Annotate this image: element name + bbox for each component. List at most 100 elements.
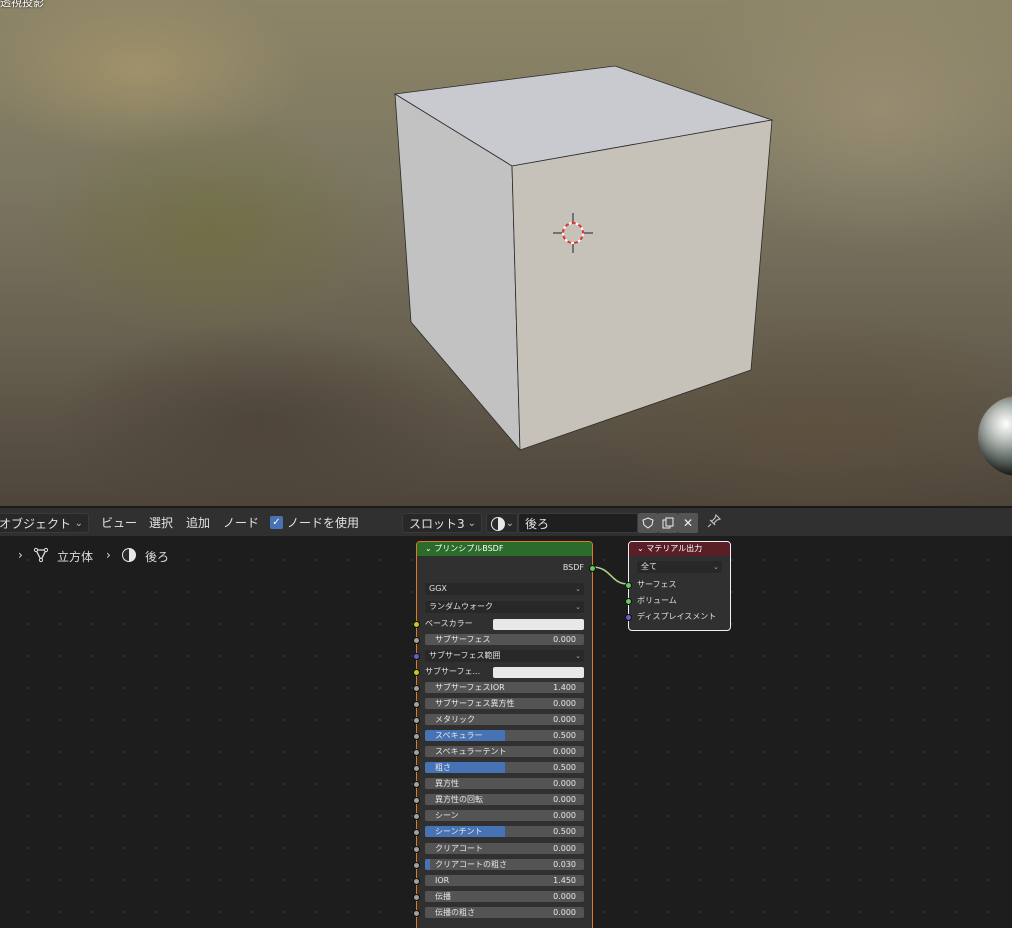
field-label: サブサーフェスIOR — [435, 683, 505, 692]
numeric-field[interactable]: サブサーフェスIOR 1.400 — [425, 682, 584, 693]
field-input-socket[interactable] — [413, 893, 420, 901]
field-label: クリアコートの粗さ — [435, 859, 507, 869]
field-input-socket[interactable] — [413, 685, 420, 692]
field-input-socket[interactable] — [413, 845, 420, 853]
numeric-field[interactable]: 伝播の粗さ 0.000 — [425, 906, 584, 918]
field-input-socket[interactable] — [413, 701, 420, 709]
numeric-field[interactable]: スペキュラーテント 0.000 — [425, 746, 584, 758]
numeric-field[interactable]: サブサーフェス異方性 0.000 — [425, 698, 584, 710]
slot-dropdown[interactable]: スロット3 ⌄ — [402, 513, 482, 533]
editor-type-label: オブジェクト — [0, 517, 72, 531]
bsdf-output-label: BSDF — [562, 563, 584, 572]
field-input-socket[interactable] — [413, 829, 420, 837]
numeric-field[interactable]: スペキュラー 0.500 — [425, 730, 584, 742]
surface-input-label: サーフェス — [637, 580, 677, 589]
numeric-field[interactable]: メタリック 0.000 — [425, 714, 584, 726]
numeric-field[interactable]: IOR 1.450 — [425, 874, 584, 886]
menu-add[interactable]: 追加 — [186, 514, 210, 532]
chevron-down-icon: ⌄ — [467, 518, 476, 529]
displacement-input-label: ディスプレイスメント — [637, 612, 717, 621]
field-value: 0.030 — [553, 859, 576, 869]
field-input-socket[interactable] — [413, 765, 420, 773]
field-label: IOR — [435, 875, 450, 885]
numeric-field[interactable]: 伝播 0.000 — [425, 890, 584, 902]
bsdf-node-header[interactable]: ⌄ プリンシプルBSDF — [417, 542, 592, 556]
field-label: 伝播 — [435, 891, 451, 901]
field-label: スペキュラー — [435, 731, 483, 741]
output-node-title: マテリアル出力 — [646, 544, 703, 553]
unlink-close-icon[interactable]: ✕ — [678, 513, 698, 533]
field-value: 0.000 — [553, 843, 576, 853]
subsurface-radius-select[interactable]: サブサーフェス範囲 ⌄ — [425, 650, 584, 662]
numeric-field[interactable]: シーンチント 0.500 — [425, 826, 584, 838]
pin-icon[interactable] — [706, 513, 722, 531]
collapse-chevron-icon[interactable]: ⌄ — [637, 544, 644, 553]
editor-type-dropdown[interactable]: オブジェクト ⌄ — [0, 513, 89, 533]
material-browse-button[interactable]: ⌄ — [486, 513, 518, 533]
3d-viewport[interactable]: 透視投影 — [0, 0, 1012, 506]
volume-input-label: ボリューム — [637, 596, 677, 605]
displacement-input-socket[interactable] — [625, 614, 632, 621]
field-input-socket[interactable] — [413, 733, 420, 741]
node-editor-header: オブジェクト ⌄ ビュー 選択 追加 ノード ✓ ノードを使用 スロット3 ⌄ … — [0, 506, 1012, 538]
field-label: 粗さ — [435, 763, 451, 773]
numeric-field[interactable]: クリアコート 0.000 — [425, 842, 584, 854]
subsurface-method-select[interactable]: ランダムウォーク ⌄ — [425, 601, 584, 613]
subsurface-method-value: ランダムウォーク — [429, 602, 493, 611]
chevron-down-icon: ⌄ — [74, 518, 83, 529]
field-input-socket[interactable] — [413, 637, 420, 644]
duplicate-icon[interactable] — [658, 513, 678, 533]
field-input-socket[interactable] — [413, 797, 420, 805]
field-value: 0.000 — [553, 779, 576, 789]
material-sphere-icon — [491, 517, 505, 531]
field-input-socket[interactable] — [413, 877, 420, 885]
numeric-field[interactable]: クリアコートの粗さ 0.030 — [425, 858, 584, 870]
material-name-field[interactable]: 後ろ — [518, 513, 638, 533]
surface-input-socket[interactable] — [625, 582, 632, 589]
node-editor-canvas[interactable]: › › 立方体 › 後ろ ⌄ プリンシプルBSDF BSDF GGX ⌄ — [0, 536, 1012, 928]
menu-view[interactable]: ビュー — [101, 514, 137, 532]
distribution-select[interactable]: GGX ⌄ — [425, 583, 584, 595]
fake-user-shield-icon[interactable] — [638, 513, 658, 533]
numeric-field[interactable]: サブサーフェス 0.000 — [425, 634, 584, 645]
field-input-socket[interactable] — [413, 717, 420, 725]
principled-bsdf-node[interactable]: ⌄ プリンシプルBSDF BSDF GGX ⌄ ランダムウォーク ⌄ ベースカラ… — [413, 541, 596, 928]
slot-label: スロット3 — [409, 517, 465, 531]
output-target-select[interactable]: 全て ⌄ — [637, 561, 722, 573]
use-nodes-label: ノードを使用 — [287, 516, 360, 530]
field-value: 0.000 — [553, 715, 576, 725]
field-label: サブサーフェス異方性 — [435, 699, 515, 709]
field-input-socket[interactable] — [413, 909, 420, 917]
bsdf-output-socket[interactable] — [589, 565, 596, 572]
use-nodes-checkbox[interactable]: ✓ — [270, 516, 283, 529]
field-value: 1.400 — [553, 683, 576, 692]
material-name-text: 後ろ — [525, 517, 550, 531]
base-color-swatch[interactable] — [493, 619, 584, 630]
field-label: シーンチント — [435, 827, 483, 837]
field-label: 異方性の回転 — [435, 795, 483, 805]
bsdf-node-title: プリンシプルBSDF — [434, 544, 504, 553]
numeric-field[interactable]: 粗さ 0.500 — [425, 762, 584, 774]
output-node-header[interactable]: ⌄ マテリアル出力 — [629, 542, 730, 556]
subsurface-color-socket[interactable] — [413, 669, 420, 676]
menu-select[interactable]: 選択 — [149, 514, 173, 532]
numeric-field[interactable]: シーン 0.000 — [425, 810, 584, 822]
numeric-field[interactable]: 異方性 0.000 — [425, 778, 584, 790]
field-value: 0.500 — [553, 763, 576, 773]
collapse-chevron-icon[interactable]: ⌄ — [425, 544, 432, 553]
cube-object[interactable] — [0, 0, 1012, 506]
material-output-node[interactable]: ⌄ マテリアル出力 全て ⌄ サーフェス ボリューム ディスプレイスメント — [625, 541, 731, 631]
base-color-socket[interactable] — [413, 621, 420, 628]
chevron-down-icon: ⌄ — [505, 518, 514, 529]
field-input-socket[interactable] — [413, 861, 420, 869]
volume-input-socket[interactable] — [625, 598, 632, 605]
field-input-socket[interactable] — [413, 749, 420, 757]
numeric-field[interactable]: 異方性の回転 0.000 — [425, 794, 584, 806]
field-input-socket[interactable] — [413, 781, 420, 789]
subsurface-color-swatch[interactable] — [493, 667, 584, 678]
field-label: シーン — [435, 811, 459, 821]
field-input-socket[interactable] — [413, 813, 420, 821]
menu-node[interactable]: ノード — [223, 514, 259, 532]
subsurface-radius-socket[interactable] — [413, 653, 420, 660]
field-value: 0.000 — [553, 747, 576, 757]
